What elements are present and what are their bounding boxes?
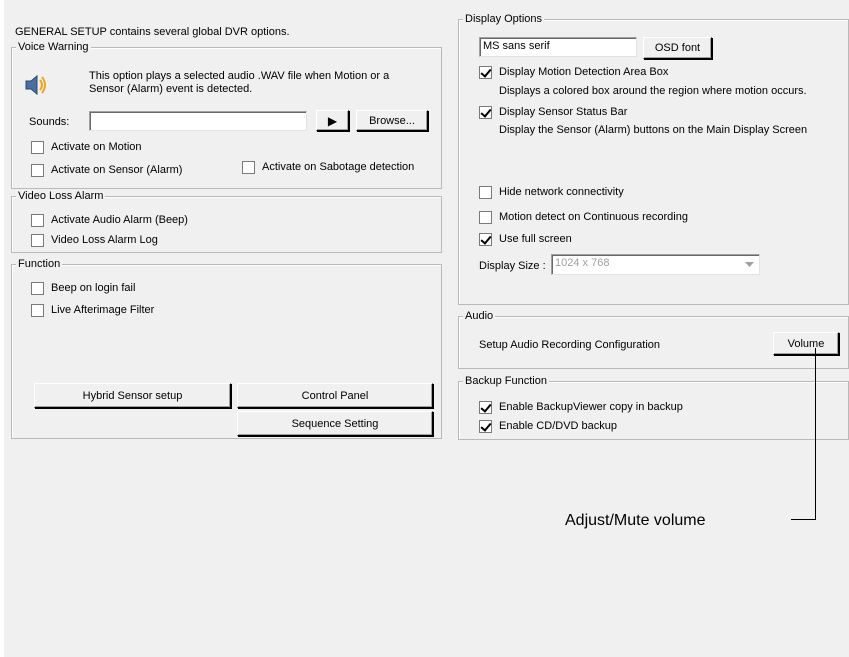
volume-callout-label: Adjust/Mute volume: [565, 512, 706, 529]
full-screen-box[interactable]: [479, 233, 492, 246]
activate-sensor-label: Activate on Sensor (Alarm): [51, 164, 183, 176]
full-screen-checkbox[interactable]: Use full screen: [479, 233, 572, 246]
afterimage-checkbox[interactable]: Live Afterimage Filter: [31, 304, 154, 317]
cd-dvd-label: Enable CD/DVD backup: [499, 420, 618, 432]
motion-continuous-label: Motion detect on Continuous recording: [499, 211, 688, 223]
hide-network-checkbox[interactable]: Hide network connectivity: [479, 186, 624, 199]
audio-alarm-checkbox[interactable]: Activate Audio Alarm (Beep): [31, 214, 188, 227]
beep-login-checkbox[interactable]: Beep on login fail: [31, 282, 135, 295]
cd-dvd-checkbox[interactable]: Enable CD/DVD backup: [479, 420, 617, 433]
alarm-log-box[interactable]: [31, 234, 44, 247]
callout-leader-vertical: [815, 348, 816, 520]
audio-setup-text: Setup Audio Recording Configuration: [479, 339, 661, 351]
volume-button[interactable]: Volume: [773, 332, 839, 355]
play-icon: ▶: [327, 113, 338, 128]
audio-legend: Audio: [463, 309, 496, 323]
display-options-legend: Display Options: [463, 12, 545, 26]
sensor-bar-label: Display Sensor Status Bar: [499, 106, 628, 118]
audio-alarm-label: Activate Audio Alarm (Beep): [51, 214, 188, 226]
display-size-value: 1024 x 768: [555, 257, 610, 269]
activate-sensor-box[interactable]: [31, 164, 44, 177]
full-screen-label: Use full screen: [499, 233, 572, 245]
audio-alarm-box[interactable]: [31, 214, 44, 227]
motion-area-label: Display Motion Detection Area Box: [499, 66, 669, 78]
voice-warning-desc-line2: Sensor (Alarm) event is detected.: [89, 83, 253, 95]
sensor-bar-desc: Display the Sensor (Alarm) buttons on th…: [499, 124, 808, 136]
speaker-icon: [23, 72, 49, 98]
activate-sabotage-box[interactable]: [242, 161, 255, 174]
activate-sabotage-checkbox[interactable]: Activate on Sabotage detection: [242, 161, 414, 174]
audio-group: Audio Setup Audio Recording Configuratio…: [458, 309, 849, 369]
sounds-label: Sounds:: [29, 116, 70, 128]
activate-sabotage-label: Activate on Sabotage detection: [262, 161, 415, 173]
motion-continuous-box[interactable]: [479, 211, 492, 224]
motion-continuous-checkbox[interactable]: Motion detect on Continuous recording: [479, 211, 688, 224]
callout-leader-horizontal: [791, 519, 816, 520]
hybrid-sensor-button[interactable]: Hybrid Sensor setup: [34, 383, 231, 408]
play-button[interactable]: ▶: [316, 110, 349, 131]
chevron-down-icon[interactable]: [742, 257, 757, 272]
activate-sensor-checkbox[interactable]: Activate on Sensor (Alarm): [31, 164, 182, 177]
voice-warning-description: This option plays a selected audio .WAV …: [89, 70, 389, 96]
video-loss-group: Video Loss Alarm Activate Audio Alarm (B…: [11, 189, 442, 253]
cd-dvd-box[interactable]: [479, 420, 492, 433]
font-field[interactable]: MS sans serif: [479, 37, 637, 57]
voice-warning-desc-line1: This option plays a selected audio .WAV …: [89, 70, 390, 82]
hide-network-label: Hide network connectivity: [499, 186, 624, 198]
display-size-select[interactable]: 1024 x 768: [551, 254, 760, 275]
alarm-log-checkbox[interactable]: Video Loss Alarm Log: [31, 234, 158, 247]
voice-warning-group: Voice Warning This option plays a select…: [11, 40, 442, 189]
motion-area-box[interactable]: [479, 66, 492, 79]
function-legend: Function: [16, 257, 63, 271]
backup-viewer-box[interactable]: [479, 401, 492, 414]
motion-area-checkbox[interactable]: Display Motion Detection Area Box: [479, 66, 668, 79]
general-setup-panel: GENERAL SETUP contains several global DV…: [4, 0, 849, 657]
display-size-label: Display Size :: [479, 260, 546, 272]
afterimage-box[interactable]: [31, 304, 44, 317]
activate-motion-box[interactable]: [31, 141, 44, 154]
backup-viewer-label: Enable BackupViewer copy in backup: [499, 401, 683, 413]
browse-button[interactable]: Browse...: [356, 110, 428, 131]
alarm-log-label: Video Loss Alarm Log: [51, 234, 158, 246]
hide-network-box[interactable]: [479, 186, 492, 199]
function-group: Function Beep on login fail Live Afterim…: [11, 257, 442, 439]
osd-font-button[interactable]: OSD font: [643, 37, 712, 59]
sensor-bar-box[interactable]: [479, 106, 492, 119]
sounds-input[interactable]: [89, 111, 307, 131]
video-loss-legend: Video Loss Alarm: [16, 189, 106, 203]
motion-area-desc: Displays a colored box around the region…: [499, 85, 807, 97]
beep-login-label: Beep on login fail: [51, 282, 136, 294]
sequence-setting-button[interactable]: Sequence Setting: [237, 411, 433, 436]
display-options-group: Display Options MS sans serif OSD font D…: [458, 12, 849, 305]
backup-function-group: Backup Function Enable BackupViewer copy…: [458, 374, 849, 440]
sensor-bar-checkbox[interactable]: Display Sensor Status Bar: [479, 106, 627, 119]
backup-legend: Backup Function: [463, 374, 549, 388]
backup-viewer-checkbox[interactable]: Enable BackupViewer copy in backup: [479, 401, 683, 414]
intro-text: GENERAL SETUP contains several global DV…: [15, 26, 290, 38]
voice-warning-legend: Voice Warning: [16, 40, 91, 54]
activate-motion-checkbox[interactable]: Activate on Motion: [31, 141, 142, 154]
control-panel-button[interactable]: Control Panel: [237, 383, 433, 408]
activate-motion-label: Activate on Motion: [51, 141, 142, 153]
afterimage-label: Live Afterimage Filter: [51, 304, 155, 316]
beep-login-box[interactable]: [31, 282, 44, 295]
